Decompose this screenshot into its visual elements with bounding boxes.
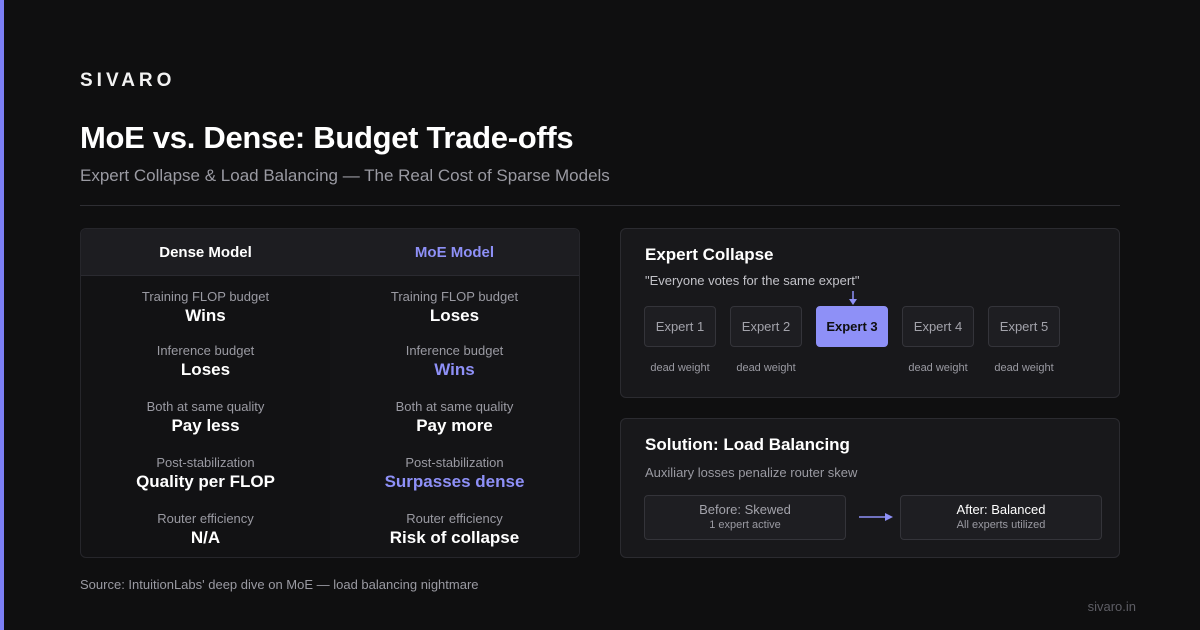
- panel-title: Solution: Load Balancing: [645, 435, 850, 454]
- state-title: After: Balanced: [956, 502, 1046, 517]
- table-cell: Inference budget Loses: [81, 334, 330, 390]
- after-state-box: After: Balanced All experts utilized: [900, 495, 1102, 540]
- cell-value-highlight: Wins: [434, 360, 475, 379]
- expert-collapse-panel: Expert Collapse "Everyone votes for the …: [620, 228, 1120, 398]
- dead-weight-label: dead weight: [650, 362, 710, 374]
- arrow-right-icon: [859, 513, 893, 521]
- panel-title: Expert Collapse: [645, 245, 774, 264]
- table-cell: Training FLOP budget Loses: [330, 276, 579, 334]
- cell-value-highlight: Surpasses dense: [384, 472, 525, 491]
- header-dense-model: Dense Model: [159, 243, 252, 261]
- cell-label: Router efficiency: [406, 511, 503, 526]
- table-cell: Router efficiency Risk of collapse: [330, 502, 579, 557]
- cell-value: Pay less: [171, 416, 240, 435]
- comparison-table: Dense Model MoE Model Training FLOP budg…: [80, 228, 580, 558]
- cell-value: Quality per FLOP: [136, 472, 275, 491]
- page-title: MoE vs. Dense: Budget Trade-offs: [80, 120, 574, 155]
- dead-weight-label: dead weight: [908, 362, 968, 374]
- cell-value: Risk of collapse: [389, 528, 520, 547]
- dense-column: Training FLOP budget Wins Inference budg…: [81, 276, 330, 557]
- table-cell: Post-stabilization Quality per FLOP: [81, 446, 330, 502]
- table-header: Dense Model MoE Model: [81, 229, 579, 276]
- cell-label: Post-stabilization: [405, 455, 504, 470]
- brand-logo: SIVARO: [80, 70, 176, 91]
- table-cell: Post-stabilization Surpasses dense: [330, 446, 579, 502]
- load-balancing-panel: Solution: Load Balancing Auxiliary losse…: [620, 418, 1120, 558]
- state-subtitle: All experts utilized: [956, 519, 1046, 531]
- expert-box: Expert 4: [902, 306, 974, 347]
- cell-label: Inference budget: [405, 343, 504, 358]
- cell-label: Both at same quality: [146, 399, 265, 414]
- cell-label: Training FLOP budget: [141, 289, 270, 304]
- expert-box: Expert 1: [644, 306, 716, 347]
- expert-box-active: Expert 3: [816, 306, 888, 347]
- header-moe-model: MoE Model: [414, 243, 495, 261]
- panel-quote: "Everyone votes for the same expert": [645, 273, 860, 288]
- page-subtitle: Expert Collapse & Load Balancing — The R…: [80, 166, 610, 185]
- cell-label: Both at same quality: [395, 399, 514, 414]
- table-cell: Both at same quality Pay more: [330, 390, 579, 446]
- cell-label: Post-stabilization: [156, 455, 255, 470]
- cell-value: Loses: [180, 360, 231, 379]
- table-cell: Both at same quality Pay less: [81, 390, 330, 446]
- dead-weight-label: dead weight: [994, 362, 1054, 374]
- panel-description: Auxiliary losses penalize router skew: [645, 465, 858, 480]
- source-caption: Source: IntuitionLabs' deep dive on MoE …: [80, 577, 479, 592]
- moe-column: Training FLOP budget Loses Inference bud…: [330, 276, 579, 557]
- cell-value: N/A: [190, 528, 221, 547]
- cell-value: Loses: [429, 306, 480, 325]
- site-domain: sivaro.in: [1087, 599, 1136, 614]
- cell-value: Pay more: [416, 416, 493, 435]
- cell-label: Training FLOP budget: [390, 289, 519, 304]
- arrow-down-icon: [849, 291, 857, 305]
- cell-value: Wins: [185, 306, 226, 325]
- before-state-box: Before: Skewed 1 expert active: [644, 495, 846, 540]
- cell-label: Router efficiency: [157, 511, 254, 526]
- expert-box: Expert 5: [988, 306, 1060, 347]
- expert-box: Expert 2: [730, 306, 802, 347]
- table-body: Training FLOP budget Wins Inference budg…: [81, 276, 579, 557]
- table-cell: Inference budget Wins: [330, 334, 579, 390]
- accent-bar: [0, 0, 4, 630]
- header-divider: [80, 205, 1120, 206]
- state-title: Before: Skewed: [699, 502, 791, 517]
- state-subtitle: 1 expert active: [709, 519, 781, 531]
- cell-label: Inference budget: [156, 343, 255, 358]
- dead-weight-label: dead weight: [736, 362, 796, 374]
- table-cell: Training FLOP budget Wins: [81, 276, 330, 334]
- table-cell: Router efficiency N/A: [81, 502, 330, 557]
